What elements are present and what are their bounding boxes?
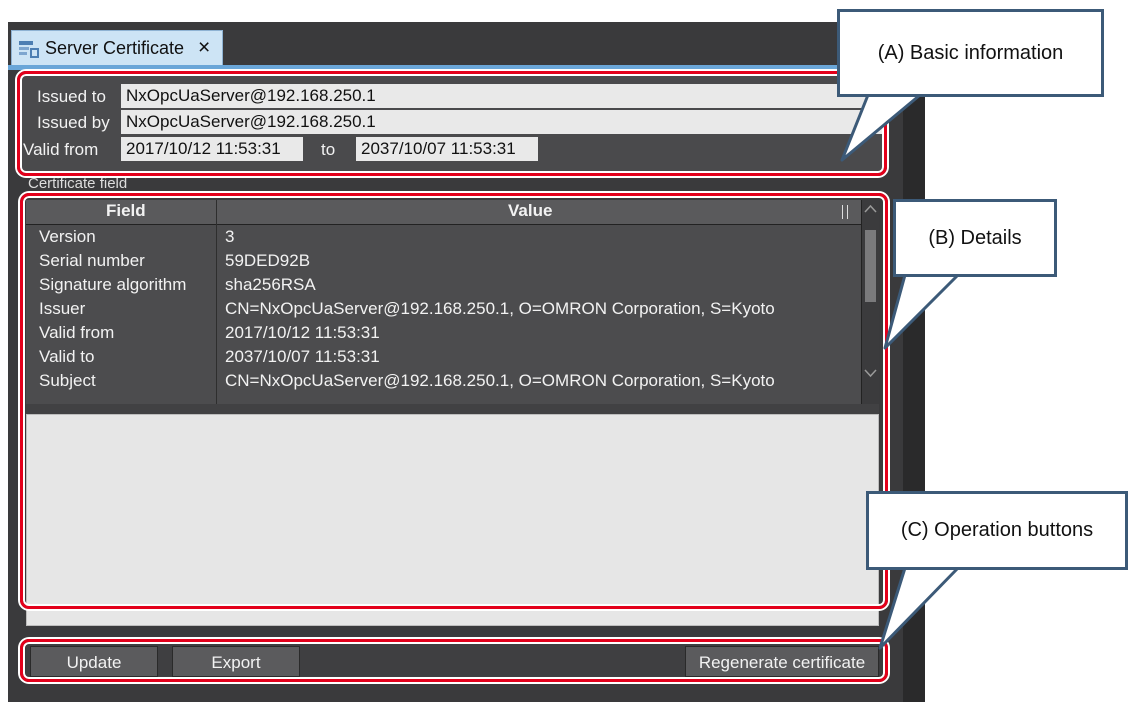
callout-pointers (840, 93, 960, 650)
callout-operation-buttons: (C) Operation buttons (866, 491, 1128, 570)
callout-details: (B) Details (893, 199, 1057, 277)
callout-basic-information: (A) Basic information (837, 9, 1104, 97)
